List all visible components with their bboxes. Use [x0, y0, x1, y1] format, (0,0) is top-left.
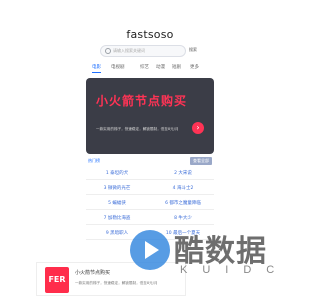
search-bar: 请输入搜索关键词 搜索: [100, 45, 200, 57]
category-tabs: 电影 电视剧 综艺 动漫 短剧 更多: [86, 64, 214, 74]
table-row: 1 泰坦的犬 2 大宋说: [86, 166, 214, 180]
ad-title: 小火箭节点购买: [75, 270, 111, 276]
watermark-subtext: KUIDC: [180, 264, 290, 276]
table-row: 5 蝙蝠侠 6 都市之魔童降临: [86, 196, 214, 210]
arrow-right-icon[interactable]: ›: [192, 122, 204, 134]
site-logo[interactable]: fastsoso: [0, 28, 300, 41]
play-logo-icon: [130, 230, 170, 270]
tab-movie[interactable]: 电影: [92, 64, 101, 73]
list-item[interactable]: 2 大宋说: [152, 170, 214, 176]
banner-subtext: 一款实用的梯子，快速稳定，解锁限制，低至8元/月: [96, 127, 179, 131]
search-button[interactable]: 搜索: [189, 47, 197, 53]
list-item[interactable]: 3 微微的光芒: [86, 185, 148, 191]
banner-headline: 小火箭节点购买: [96, 94, 188, 108]
list-header: 热门榜 查看全部: [86, 156, 214, 165]
watermark: 酷数据 KUIDC: [130, 228, 295, 280]
list-item[interactable]: 6 都市之魔童降临: [152, 200, 214, 206]
search-input[interactable]: 请输入搜索关键词: [100, 45, 186, 57]
list-item[interactable]: 5 蝙蝠侠: [86, 200, 148, 206]
ad-logo: FER: [45, 267, 69, 293]
tab-more[interactable]: 更多: [190, 64, 199, 70]
list-item[interactable]: 4 海斗士2: [152, 185, 214, 191]
tab-anime[interactable]: 动漫: [156, 64, 165, 70]
list-item[interactable]: 1 泰坦的犬: [86, 170, 148, 176]
search-placeholder: 请输入搜索关键词: [113, 48, 145, 53]
table-row: 7 加勒比海盗 8 牛大少: [86, 211, 214, 225]
tab-variety[interactable]: 综艺: [140, 64, 149, 70]
list-item[interactable]: 8 牛大少: [152, 215, 214, 221]
tab-tv[interactable]: 电视剧: [111, 64, 125, 70]
ad-description: 一款实用的梯子，快速稳定，解锁限制，低至8元/月: [75, 281, 158, 285]
tab-short[interactable]: 短剧: [172, 64, 181, 70]
list-item[interactable]: 7 加勒比海盗: [86, 215, 148, 221]
promo-banner[interactable]: 小火箭节点购买 一款实用的梯子，快速稳定，解锁限制，低至8元/月 ›: [86, 78, 214, 154]
search-icon: [105, 48, 111, 54]
view-all-button[interactable]: 查看全部: [190, 157, 212, 165]
list-title: 热门榜: [88, 158, 100, 163]
table-row: 3 微微的光芒 4 海斗士2: [86, 181, 214, 195]
